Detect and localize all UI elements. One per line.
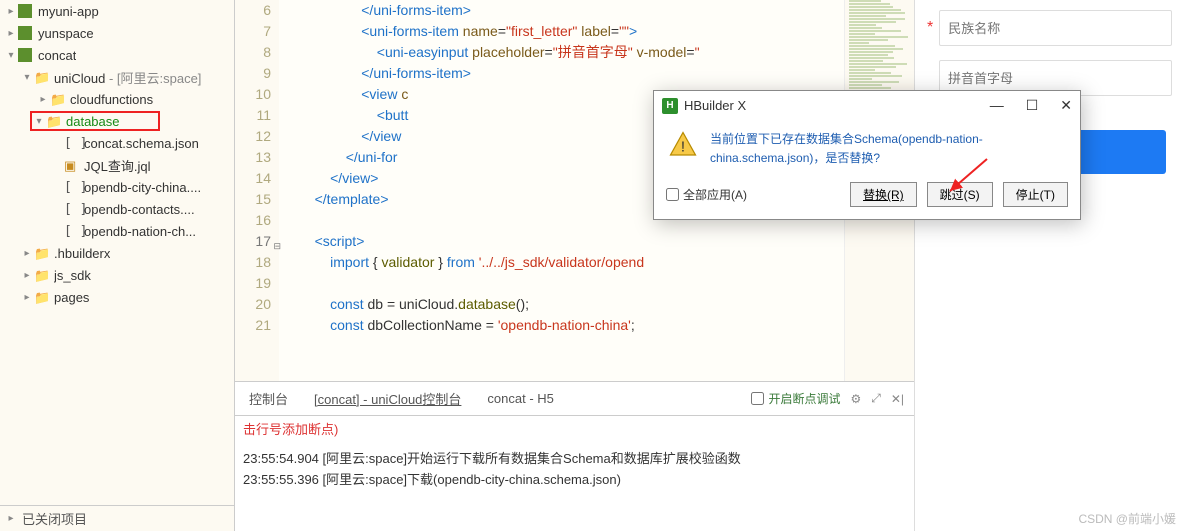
console-tab-active[interactable]: [concat] - uniCloud控制台 — [310, 389, 465, 408]
folder-icon: 📁 — [46, 114, 60, 128]
log-line: 23:55:55.396 [阿里云:space]下载(opendb-city-c… — [243, 470, 906, 491]
close-icon[interactable]: ✕| — [891, 392, 904, 406]
required-star: * — [927, 19, 933, 37]
console-tab[interactable]: concat - H5 — [483, 391, 557, 406]
minimize-icon[interactable]: ― — [990, 97, 1004, 114]
skip-button[interactable]: 跳过(S) — [927, 182, 993, 207]
confirm-dialog: H HBuilder X ― ☐ ✕ ! 当前位置下已存在数据集合Schema(… — [653, 90, 1081, 220]
tree-item-cloudfunctions[interactable]: ▸📁cloudfunctions — [0, 88, 234, 110]
tree-item-file[interactable]: [ ]opendb-city-china.... — [0, 176, 234, 198]
folder-icon: 📁 — [34, 246, 48, 260]
console-hint: 击行号添加断点) — [243, 420, 906, 441]
folder-icon: 📁 — [34, 268, 48, 282]
tree-item-hbuilderx[interactable]: ▸📁.hbuilderx — [0, 242, 234, 264]
tree-item-database[interactable]: ▾📁database — [0, 110, 234, 132]
form-preview: * 提交 CSDN @前端小媛 — [914, 0, 1184, 531]
json-icon: [ ] — [64, 202, 78, 216]
svg-text:!: ! — [681, 138, 685, 155]
replace-button[interactable]: 替换(R) — [850, 182, 917, 207]
form-field-name: * — [927, 10, 1172, 46]
stop-button[interactable]: 停止(T) — [1003, 182, 1068, 207]
tree-item-file[interactable]: [ ]concat.schema.json — [0, 132, 234, 154]
folder-icon: 📁 — [50, 92, 64, 106]
tree-item-file[interactable]: [ ]opendb-contacts.... — [0, 198, 234, 220]
line-gutter[interactable]: 6789101112131415161718192021 — [235, 0, 279, 381]
console-tab[interactable]: 控制台 — [245, 389, 292, 408]
json-icon: [ ] — [64, 180, 78, 194]
name-input[interactable] — [939, 10, 1172, 46]
watermark: CSDN @前端小媛 — [1078, 510, 1176, 527]
console-output[interactable]: 击行号添加断点) 23:55:54.904 [阿里云:space]开始运行下载所… — [235, 416, 914, 531]
dialog-message: 当前位置下已存在数据集合Schema(opendb-nation-china.s… — [710, 130, 1066, 168]
tree-item-jssdk[interactable]: ▸📁js_sdk — [0, 264, 234, 286]
app-icon: H — [662, 98, 678, 114]
json-icon: [ ] — [64, 136, 78, 150]
dialog-title: HBuilder X — [684, 98, 746, 113]
breakpoint-toggle[interactable]: 开启断点调试 — [751, 390, 840, 407]
close-icon[interactable]: ✕ — [1060, 97, 1072, 114]
warning-icon: ! — [668, 130, 698, 160]
jql-icon: ▣ — [64, 158, 78, 172]
apply-all-checkbox[interactable]: 全部应用(A) — [666, 186, 747, 203]
settings-icon[interactable]: ⚙ — [850, 392, 861, 406]
tree-item-myuni[interactable]: ▸myuni-app — [0, 0, 234, 22]
closed-projects[interactable]: ▸已关闭项目 — [0, 505, 234, 531]
json-icon: [ ] — [64, 224, 78, 238]
tree-item-file[interactable]: ▣JQL查询.jql — [0, 154, 234, 176]
tree-item-pages[interactable]: ▸📁pages — [0, 286, 234, 308]
folder-icon: 📁 — [34, 290, 48, 304]
tree-item-concat[interactable]: ▾concat — [0, 44, 234, 66]
file-tree: ▸myuni-app ▸yunspace ▾concat ▾📁uniCloud … — [0, 0, 235, 531]
expand-icon[interactable]: ⤢ — [871, 391, 881, 406]
tree-item-unicloud[interactable]: ▾📁uniCloud - [阿里云:space] — [0, 66, 234, 88]
tree-item-yunspace[interactable]: ▸yunspace — [0, 22, 234, 44]
maximize-icon[interactable]: ☐ — [1026, 97, 1039, 114]
tree-item-file[interactable]: [ ]opendb-nation-ch... — [0, 220, 234, 242]
folder-icon: 📁 — [34, 70, 48, 84]
log-line: 23:55:54.904 [阿里云:space]开始运行下载所有数据集合Sche… — [243, 449, 906, 470]
console-panel: 控制台 [concat] - uniCloud控制台 concat - H5 开… — [235, 381, 914, 531]
